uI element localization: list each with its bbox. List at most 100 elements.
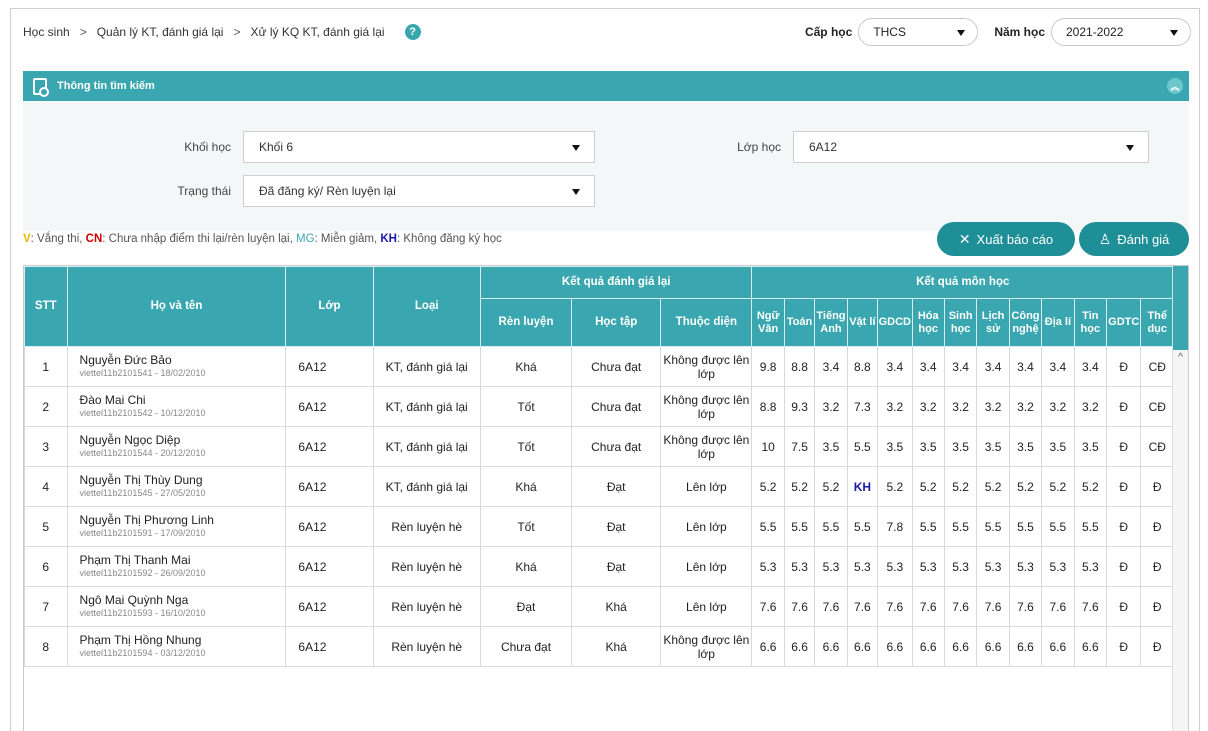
- trang-thai-label: Trạng thái: [177, 184, 231, 198]
- header-subject: Công nghệ: [1008, 298, 1043, 347]
- cell-thuoc-dien: Lên lớp: [660, 586, 753, 627]
- evaluate-label: Đánh giá: [1117, 231, 1170, 247]
- cell-score: 5.2: [943, 466, 978, 507]
- cell-score: Đ: [1106, 586, 1142, 627]
- cell-class: 6A12: [285, 466, 374, 507]
- cap-hoc-value: THCS: [873, 25, 906, 39]
- header-type: Loại: [372, 266, 481, 347]
- export-report-button[interactable]: ✕ Xuất báo cáo: [937, 222, 1075, 256]
- trang-thai-select[interactable]: Đã đăng ký/ Rèn luyện lại: [243, 175, 595, 207]
- student-account-dob: viettel11b2101594 - 03/12/2010: [79, 648, 206, 659]
- header-subject: Lịch sử: [976, 298, 1010, 347]
- student-name: Phạm Thị Hồng Nhung: [79, 632, 202, 647]
- cell-score: Đ: [1140, 466, 1174, 507]
- cell-score: 3.2: [943, 386, 978, 427]
- cell-score: 5.2: [751, 466, 785, 507]
- cell-score: 3.5: [1008, 426, 1043, 467]
- vertical-scrollbar[interactable]: ^: [1172, 266, 1188, 731]
- student-account-dob: viettel11b2101545 - 27/05/2010: [79, 488, 206, 499]
- student-name: Nguyễn Ngọc Diệp: [79, 432, 181, 447]
- cell-thuoc-dien: Không được lên lớp: [660, 346, 753, 387]
- breadcrumb-separator: >: [79, 25, 87, 39]
- cell-type: Rèn luyện hè: [372, 586, 481, 627]
- table-row[interactable]: 7 Ngô Mai Quỳnh Nga viettel11b2101593 - 16…: [24, 586, 1174, 627]
- trang-thai-value: Đã đăng ký/ Rèn luyện lại: [259, 184, 396, 198]
- cell-name: Nguyễn Đức Bảo viettel11b2101541 - 18/02/…: [66, 346, 287, 387]
- cell-score: 5.2: [1008, 466, 1043, 507]
- breadcrumb-separator: >: [233, 25, 241, 39]
- cell-score: 3.4: [814, 346, 848, 387]
- breadcrumb-item-quan-ly[interactable]: Quản lý KT, đánh giá lại: [97, 25, 224, 39]
- help-icon[interactable]: ?: [404, 24, 421, 40]
- cell-score: KH: [846, 466, 879, 507]
- cell-score: 5.2: [783, 466, 816, 507]
- student-name: Nguyễn Thị Thùy Dung: [79, 472, 203, 487]
- cell-class: 6A12: [285, 586, 374, 627]
- breadcrumb-item-xu-ly[interactable]: Xử lý KQ KT, đánh giá lại: [250, 25, 384, 39]
- cell-ren-luyen: Khá: [479, 466, 573, 507]
- student-account-dob: viettel11b2101592 - 26/09/2010: [79, 568, 206, 579]
- table-row[interactable]: 2 Đào Mai Chi viettel11b2101542 - 10/12/20…: [24, 386, 1174, 427]
- search-panel-title: Thông tin tìm kiếm: [57, 80, 155, 92]
- cell-score: 5.3: [1073, 546, 1108, 587]
- cell-score: 5.3: [943, 546, 978, 587]
- cell-score: 5.3: [911, 546, 945, 587]
- table-row[interactable]: 8 Phạm Thị Hồng Nhung viettel11b2101594 - …: [24, 626, 1174, 667]
- cell-score: 3.4: [1008, 346, 1043, 387]
- caret-down-icon: [1170, 30, 1178, 36]
- lop-hoc-select[interactable]: 6A12: [793, 131, 1149, 163]
- cell-type: Rèn luyện hè: [372, 626, 481, 667]
- cell-type: KT, đánh giá lại: [372, 466, 481, 507]
- scroll-up-icon[interactable]: ^: [1173, 352, 1188, 363]
- cap-hoc-select[interactable]: THCS: [858, 18, 979, 46]
- cell-type: Rèn luyện hè: [372, 506, 481, 547]
- chevron-up-icon[interactable]: ︽: [1167, 78, 1183, 94]
- cell-score: 5.3: [846, 546, 879, 587]
- cell-score: 5.3: [751, 546, 785, 587]
- cell-name: Phạm Thị Thanh Mai viettel11b2101592 - 26…: [66, 546, 287, 587]
- table-row[interactable]: 1 Nguyễn Đức Bảo viettel11b2101541 - 18/02…: [24, 346, 1174, 387]
- student-name: Phạm Thị Thanh Mai: [79, 552, 191, 567]
- cell-score: 3.2: [1073, 386, 1108, 427]
- cell-score: 5.2: [911, 466, 945, 507]
- nam-hoc-value: 2021-2022: [1066, 25, 1124, 39]
- cell-thuoc-dien: Lên lớp: [660, 506, 753, 547]
- khoi-hoc-select[interactable]: Khối 6: [243, 131, 595, 163]
- breadcrumb: Học sinh > Quản lý KT, đánh giá lại > Xử…: [23, 24, 421, 40]
- cell-score: 3.2: [877, 386, 913, 427]
- cell-score: 7.6: [751, 586, 785, 627]
- caret-down-icon: [957, 30, 966, 36]
- cell-score: 3.2: [1041, 386, 1075, 427]
- cell-score: 5.2: [1073, 466, 1108, 507]
- header-class: Lớp: [285, 266, 374, 347]
- cell-score: 6.6: [1008, 626, 1043, 667]
- cell-hoc-tap: Chưa đạt: [571, 426, 662, 467]
- legend-kh-code: KH: [380, 233, 397, 245]
- legend-cn-text: : Chưa nhập điểm thi lại/rèn luyện lại,: [102, 233, 297, 245]
- cell-stt: 6: [24, 546, 68, 587]
- cell-score: 7.6: [911, 586, 945, 627]
- cell-score: 3.5: [1041, 426, 1075, 467]
- nam-hoc-select[interactable]: 2021-2022: [1051, 18, 1191, 46]
- cell-score: 5.2: [814, 466, 848, 507]
- cell-stt: 1: [24, 346, 68, 387]
- cell-score: Đ: [1106, 346, 1142, 387]
- evaluate-button[interactable]: ♙ Đánh giá: [1079, 222, 1189, 256]
- cell-score: 5.5: [846, 506, 879, 547]
- header-subject: Tin học: [1073, 298, 1108, 347]
- cell-score: 5.3: [877, 546, 913, 587]
- cell-score: 3.4: [911, 346, 945, 387]
- table-row[interactable]: 3 Nguyễn Ngọc Diệp viettel11b2101544 - 20/…: [24, 426, 1174, 467]
- table-row[interactable]: 6 Phạm Thị Thanh Mai viettel11b2101592 - 2…: [24, 546, 1174, 587]
- cell-score: 6.6: [1041, 626, 1075, 667]
- breadcrumb-item-hoc-sinh[interactable]: Học sinh: [23, 25, 70, 39]
- cell-score: 6.6: [943, 626, 978, 667]
- cell-score: 7.6: [846, 586, 879, 627]
- table-row[interactable]: 5 Nguyễn Thị Phương Linh viettel11b2101591…: [24, 506, 1174, 547]
- cell-ren-luyen: Chưa đạt: [479, 626, 573, 667]
- cell-type: KT, đánh giá lại: [372, 386, 481, 427]
- user-check-icon: ♙: [1098, 230, 1112, 247]
- cell-score: 5.5: [846, 426, 879, 467]
- student-name: Ngô Mai Quỳnh Nga: [79, 592, 189, 607]
- table-row[interactable]: 4 Nguyễn Thị Thùy Dung viettel11b2101545 -…: [24, 466, 1174, 507]
